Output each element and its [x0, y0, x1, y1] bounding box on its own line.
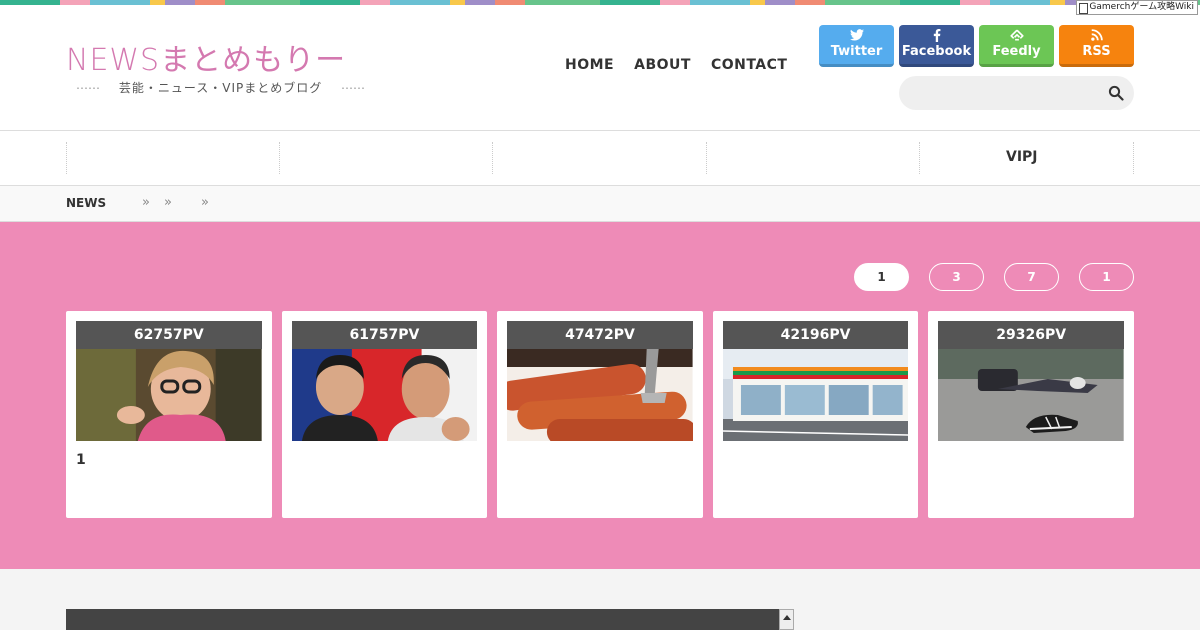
- rss-icon: [1059, 29, 1134, 44]
- rss-label: RSS: [1082, 44, 1111, 59]
- feedly-button[interactable]: Feedly: [979, 25, 1054, 67]
- card-thumbnail[interactable]: [76, 349, 262, 441]
- site-header: NEWSまとめもりー ⋯⋯ 芸能・ニュース・VIPまとめブログ ⋯⋯ HOME …: [0, 5, 1200, 130]
- twitter-label: Twitter: [830, 44, 883, 59]
- content-panel: [66, 609, 780, 630]
- breadcrumb: NEWS » » »: [0, 186, 1200, 222]
- ranking-section: 1 3 7 1 62757PV 1 61757PV 47472PV 42196P…: [0, 222, 1200, 569]
- tagline-dots-right: ⋯⋯: [341, 81, 366, 95]
- feedly-label: Feedly: [992, 44, 1041, 59]
- category-item-5[interactable]: [919, 142, 920, 174]
- search-input[interactable]: [899, 76, 1134, 110]
- pv-badge: 47472PV: [507, 321, 693, 349]
- facebook-icon: [899, 28, 974, 44]
- card-thumbnail[interactable]: [291, 349, 478, 441]
- site-logo[interactable]: NEWSまとめもりー: [66, 35, 346, 79]
- pv-badge: 62757PV: [76, 321, 262, 349]
- card-title[interactable]: 1: [76, 452, 86, 468]
- scroll-up-arrow-icon[interactable]: [779, 609, 794, 630]
- search-icon[interactable]: [1108, 85, 1124, 101]
- ranking-tab-1[interactable]: 1: [854, 263, 909, 291]
- ranking-tabs: 1 3 7 1: [854, 263, 1134, 291]
- pv-badge: 61757PV: [291, 321, 478, 349]
- ranking-tab-3[interactable]: 7: [1004, 263, 1059, 291]
- site-tagline: ⋯⋯ 芸能・ニュース・VIPまとめブログ ⋯⋯: [76, 79, 365, 96]
- pv-badge: 29326PV: [938, 321, 1124, 349]
- breadcrumb-separator: »: [201, 195, 209, 210]
- ranking-card[interactable]: 61757PV: [281, 311, 488, 518]
- category-nav: VIPJ: [0, 130, 1200, 186]
- ranking-tab-4[interactable]: 1: [1079, 263, 1134, 291]
- category-item-vipj[interactable]: VIPJ: [1006, 149, 1038, 165]
- tagline-dots-left: ⋯⋯: [76, 81, 100, 95]
- main-nav: HOME ABOUT CONTACT: [565, 57, 787, 73]
- card-thumbnail[interactable]: [507, 349, 693, 441]
- nav-about[interactable]: ABOUT: [634, 57, 691, 73]
- card-thumbnail[interactable]: [938, 349, 1124, 441]
- category-item-2[interactable]: [279, 142, 280, 174]
- nav-home[interactable]: HOME: [565, 57, 614, 73]
- social-buttons: Twitter Facebook Feedly RSS: [819, 25, 1134, 67]
- ranking-card[interactable]: 29326PV: [928, 311, 1134, 518]
- facebook-label: Facebook: [901, 44, 972, 59]
- category-item-1[interactable]: [66, 142, 67, 174]
- ranking-card[interactable]: 47472PV: [497, 311, 703, 518]
- ranking-tab-2[interactable]: 3: [929, 263, 984, 291]
- twitter-button[interactable]: Twitter: [819, 25, 894, 67]
- tagline-text: 芸能・ニュース・VIPまとめブログ: [118, 81, 323, 95]
- category-item-3[interactable]: [492, 142, 493, 174]
- nav-contact[interactable]: CONTACT: [711, 57, 788, 73]
- ranking-cards: 62757PV 1 61757PV 47472PV 42196PV 29326P…: [66, 311, 1134, 518]
- twitter-icon: [819, 29, 894, 44]
- category-item-4[interactable]: [706, 142, 707, 174]
- category-divider-end: [1133, 142, 1134, 174]
- rss-button[interactable]: RSS: [1059, 25, 1134, 67]
- ranking-card[interactable]: 62757PV 1: [66, 311, 272, 518]
- breadcrumb-separator: »: [164, 195, 172, 210]
- card-thumbnail[interactable]: [722, 349, 909, 441]
- ranking-card[interactable]: 42196PV: [712, 311, 919, 518]
- breadcrumb-separator: »: [142, 195, 150, 210]
- breadcrumb-home[interactable]: NEWS: [66, 196, 106, 210]
- feedly-icon: [979, 29, 1054, 44]
- pv-badge: 42196PV: [722, 321, 909, 349]
- gamerch-badge[interactable]: Gamerchゲーム攻略Wiki: [1076, 0, 1198, 15]
- facebook-button[interactable]: Facebook: [899, 25, 974, 67]
